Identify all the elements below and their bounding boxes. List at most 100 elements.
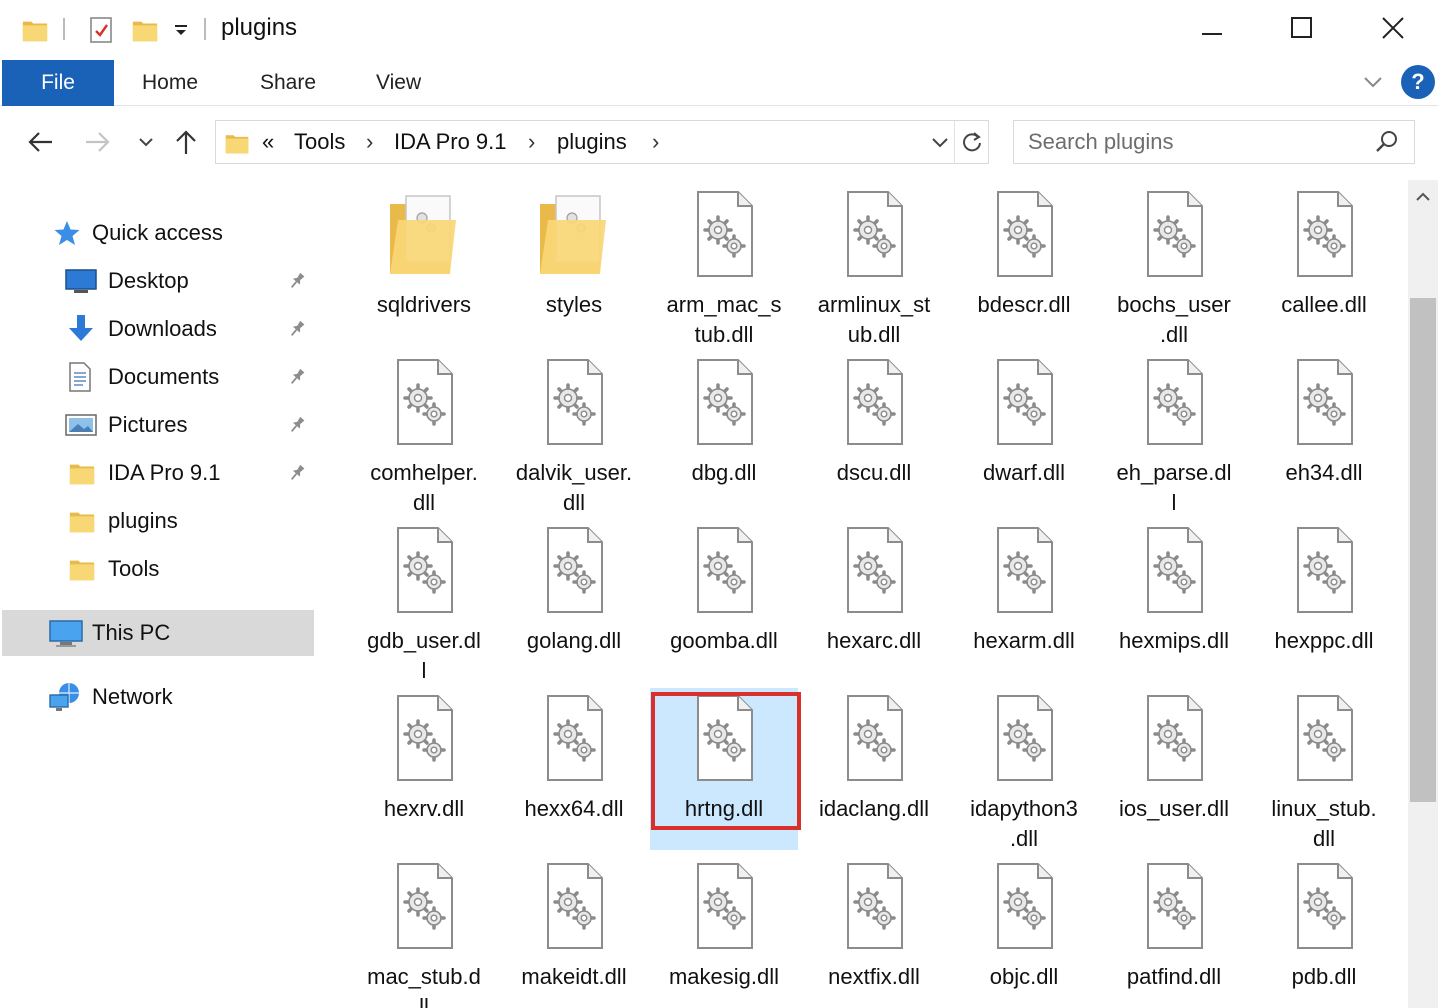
file-item[interactable]: mac_stub.d ll: [350, 856, 498, 1008]
file-item[interactable]: arm_mac_s tub.dll: [650, 184, 798, 347]
sidebar-item-label: IDA Pro 9.1: [108, 460, 221, 485]
file-item[interactable]: bochs_user .dll: [1100, 184, 1248, 347]
sidebar-item-plugins[interactable]: plugins: [0, 499, 318, 543]
file-item[interactable]: dwarf.dll: [950, 352, 1098, 514]
pin-icon[interactable]: [285, 461, 309, 485]
file-item[interactable]: idaclang.dll: [800, 688, 948, 850]
address-bar[interactable]: « Tools › IDA Pro 9.1 › plugins ›: [215, 120, 989, 164]
toolbar-divider: [63, 18, 65, 40]
folder-item[interactable]: sqldrivers: [350, 184, 498, 346]
pin-icon[interactable]: [285, 269, 309, 293]
sidebar-item-this-pc[interactable]: This PC: [0, 611, 318, 655]
downloads-icon: [66, 313, 96, 345]
recent-locations-button[interactable]: [128, 122, 164, 162]
expand-ribbon-icon[interactable]: [1362, 72, 1384, 97]
search-input[interactable]: [1028, 129, 1358, 155]
file-item[interactable]: eh34.dll: [1250, 352, 1398, 514]
file-item[interactable]: dbg.dll: [650, 352, 798, 514]
file-item[interactable]: hexx64.dll: [500, 688, 648, 850]
sidebar-item-label: Quick access: [92, 220, 223, 245]
dll-file-icon: [384, 694, 464, 784]
up-button[interactable]: [166, 122, 206, 162]
refresh-icon[interactable]: [954, 121, 988, 163]
file-item[interactable]: hexarm.dll: [950, 520, 1098, 682]
maximize-button[interactable]: [1272, 6, 1332, 50]
pin-icon[interactable]: [285, 317, 309, 341]
new-folder-icon[interactable]: [128, 10, 162, 50]
file-item[interactable]: objc.dll: [950, 856, 1098, 1008]
back-button[interactable]: [20, 122, 60, 162]
file-item[interactable]: dalvik_user. dll: [500, 352, 648, 515]
search-box[interactable]: [1013, 120, 1415, 164]
address-dropdown-icon[interactable]: [926, 121, 954, 163]
navigation-pane: Quick access Desktop Downloads Documents…: [0, 180, 318, 1008]
scrollbar-thumb[interactable]: [1410, 298, 1436, 802]
sidebar-item-pictures[interactable]: Pictures: [0, 403, 318, 447]
file-item[interactable]: makesig.dll: [650, 856, 798, 1008]
breadcrumb-overflow[interactable]: «: [262, 129, 274, 155]
vertical-scrollbar[interactable]: [1408, 180, 1438, 1008]
file-item[interactable]: pdb.dll: [1250, 856, 1398, 1008]
dll-file-icon: [984, 526, 1064, 616]
file-item[interactable]: nextfix.dll: [800, 856, 948, 1008]
dll-file-icon: [534, 358, 614, 448]
file-name: makeidt.dll: [521, 964, 627, 989]
sidebar-item-ida-pro[interactable]: IDA Pro 9.1: [0, 451, 318, 495]
minimize-button[interactable]: [1182, 6, 1242, 50]
dll-file-icon: [834, 358, 914, 448]
tab-home[interactable]: Home: [142, 60, 198, 106]
file-item[interactable]: hexarc.dll: [800, 520, 948, 682]
breadcrumb-separator-icon[interactable]: ›: [366, 129, 373, 155]
sidebar-item-desktop[interactable]: Desktop: [0, 259, 318, 303]
tab-share[interactable]: Share: [260, 60, 316, 106]
file-item[interactable]: callee.dll: [1250, 184, 1398, 346]
close-button[interactable]: [1363, 6, 1423, 50]
dll-file-icon: [384, 526, 464, 616]
file-item[interactable]: comhelper. dll: [350, 352, 498, 515]
folder-icon[interactable]: [18, 10, 52, 50]
file-item[interactable]: goomba.dll: [650, 520, 798, 682]
desktop-icon: [64, 267, 98, 295]
breadcrumb-ida-pro[interactable]: IDA Pro 9.1: [394, 129, 507, 155]
file-item[interactable]: bdescr.dll: [950, 184, 1098, 346]
file-item[interactable]: gdb_user.dl l: [350, 520, 498, 683]
file-item[interactable]: linux_stub. dll: [1250, 688, 1398, 851]
sidebar-item-downloads[interactable]: Downloads: [0, 307, 318, 351]
file-item[interactable]: patfind.dll: [1100, 856, 1248, 1008]
properties-icon[interactable]: [84, 10, 118, 50]
window-title: plugins: [221, 14, 298, 41]
breadcrumb-separator-icon[interactable]: ›: [652, 129, 659, 155]
folder-item[interactable]: styles: [500, 184, 648, 346]
search-icon[interactable]: [1374, 129, 1400, 160]
scroll-up-icon[interactable]: [1408, 180, 1438, 214]
sidebar-item-tools[interactable]: Tools: [0, 547, 318, 591]
pin-icon[interactable]: [285, 413, 309, 437]
file-item[interactable]: makeidt.dll: [500, 856, 648, 1008]
file-item[interactable]: ios_user.dll: [1100, 688, 1248, 850]
file-item[interactable]: hexrv.dll: [350, 688, 498, 850]
folder-icon: [68, 506, 96, 536]
file-name: nextfix.dll: [828, 964, 920, 989]
file-item[interactable]: dscu.dll: [800, 352, 948, 514]
sidebar-item-network[interactable]: Network: [0, 675, 318, 719]
tab-view[interactable]: View: [376, 60, 421, 106]
sidebar-item-documents[interactable]: Documents: [0, 355, 318, 399]
tab-file[interactable]: File: [2, 60, 114, 106]
forward-button[interactable]: [78, 122, 118, 162]
file-item[interactable]: golang.dll: [500, 520, 648, 682]
help-icon[interactable]: ?: [1401, 65, 1435, 99]
dll-file-icon: [834, 190, 914, 280]
file-item[interactable]: hexmips.dll: [1100, 520, 1248, 682]
sidebar-item-quick-access[interactable]: Quick access: [0, 211, 318, 255]
breadcrumb-tools[interactable]: Tools: [294, 129, 345, 155]
file-item[interactable]: idapython3 .dll: [950, 688, 1098, 851]
sidebar-item-label: Network: [92, 684, 173, 709]
breadcrumb-separator-icon[interactable]: ›: [528, 129, 535, 155]
customize-toolbar-icon[interactable]: [168, 10, 194, 50]
dll-file-icon: [834, 694, 914, 784]
breadcrumb-plugins[interactable]: plugins: [557, 129, 627, 155]
file-item[interactable]: eh_parse.dl l: [1100, 352, 1248, 515]
file-item[interactable]: armlinux_st ub.dll: [800, 184, 948, 347]
pin-icon[interactable]: [285, 365, 309, 389]
file-item[interactable]: hexppc.dll: [1250, 520, 1398, 682]
